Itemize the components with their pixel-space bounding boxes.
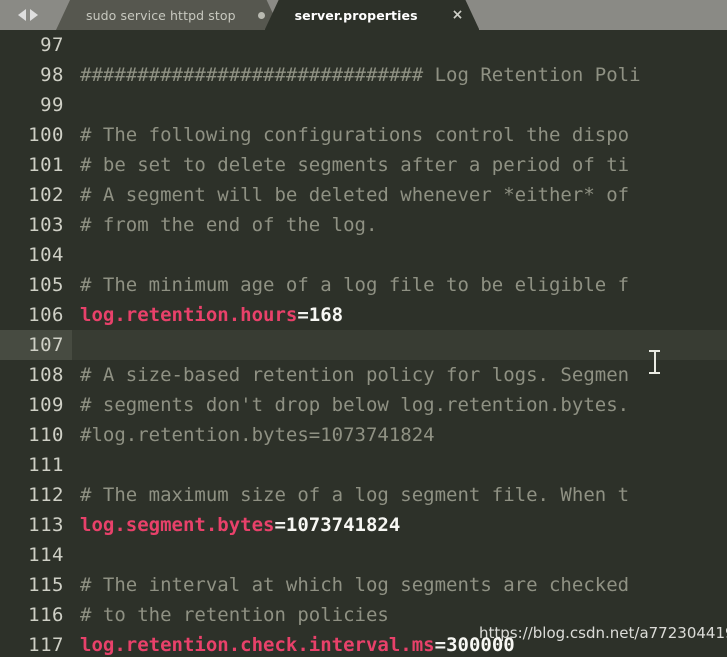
- code-editor-window: sudo service httpd stop server.propertie…: [0, 0, 727, 657]
- code-line[interactable]: 107: [0, 330, 727, 360]
- line-number: 106: [28, 304, 64, 326]
- token-comment: # The minimum age of a log file to be el…: [80, 274, 630, 296]
- line-number: 117: [28, 634, 64, 656]
- code-line-content[interactable]: # The interval at which log segments are…: [72, 570, 727, 600]
- code-line[interactable]: 100 # The following configurations contro…: [0, 120, 727, 150]
- code-line[interactable]: 111: [0, 450, 727, 480]
- code-line[interactable]: 99: [0, 90, 727, 120]
- token-comment: # The interval at which log segments are…: [80, 574, 630, 596]
- token-key: log.retention.check.interval.ms: [80, 634, 435, 656]
- line-number: 114: [28, 544, 64, 566]
- line-number: 116: [28, 604, 64, 626]
- code-line[interactable]: 117 log.retention.check.interval.ms=30000…: [0, 630, 727, 657]
- line-number: 110: [28, 424, 64, 446]
- line-number: 102: [28, 184, 64, 206]
- line-number: 99: [40, 94, 64, 116]
- code-line-content[interactable]: [72, 30, 727, 60]
- token-comment: # A size-based retention policy for logs…: [80, 364, 630, 386]
- code-line[interactable]: 98 ############################## Log Ret…: [0, 60, 727, 90]
- token-comment: #log.retention.bytes=1073741824: [80, 424, 435, 446]
- token-val: 168: [308, 304, 344, 326]
- line-number: 112: [28, 484, 64, 506]
- code-line-content[interactable]: [72, 240, 727, 270]
- code-line-content[interactable]: log.retention.check.interval.ms=300000: [72, 630, 727, 657]
- code-line-content[interactable]: [72, 450, 727, 480]
- code-line[interactable]: 109 # segments don't drop below log.reten…: [0, 390, 727, 420]
- close-icon[interactable]: ×: [452, 8, 464, 22]
- line-number: 97: [40, 34, 64, 56]
- line-number: 100: [28, 124, 64, 146]
- code-line-content[interactable]: # A size-based retention policy for logs…: [72, 360, 727, 390]
- token-comment: # from the end of the log.: [80, 214, 378, 236]
- token-comment: # The maximum size of a log segment file…: [80, 484, 630, 506]
- code-line[interactable]: 114: [0, 540, 727, 570]
- token-eq: =: [297, 304, 309, 326]
- code-line-content[interactable]: # The following configurations control t…: [72, 120, 727, 150]
- code-line[interactable]: 105 # The minimum age of a log file to be…: [0, 270, 727, 300]
- tab-label: sudo service httpd stop: [86, 7, 236, 23]
- code-line-content[interactable]: # from the end of the log.: [72, 210, 727, 240]
- tab-nav-arrows[interactable]: [0, 0, 56, 30]
- code-line-content[interactable]: log.retention.hours=168: [72, 300, 727, 330]
- code-line[interactable]: 97: [0, 30, 727, 60]
- tab-sudo-service-httpd-stop[interactable]: sudo service httpd stop: [56, 0, 281, 30]
- line-number: 104: [28, 244, 64, 266]
- code-line-content[interactable]: # be set to delete segments after a peri…: [72, 150, 727, 180]
- line-number: 109: [28, 394, 64, 416]
- line-number: 108: [28, 364, 64, 386]
- code-line-content[interactable]: #log.retention.bytes=1073741824: [72, 420, 727, 450]
- token-comment: # segments don't drop below log.retentio…: [80, 394, 630, 416]
- code-line[interactable]: 115 # The interval at which log segments …: [0, 570, 727, 600]
- token-eq: =: [274, 514, 286, 536]
- code-line[interactable]: 113 log.segment.bytes=1073741824: [0, 510, 727, 540]
- line-number: 105: [28, 274, 64, 296]
- code-line-content[interactable]: # The maximum size of a log segment file…: [72, 480, 727, 510]
- tab-bar: sudo service httpd stop server.propertie…: [0, 0, 727, 30]
- token-val: 300000: [446, 634, 515, 656]
- code-line[interactable]: 108 # A size-based retention policy for l…: [0, 360, 727, 390]
- code-line[interactable]: 116 # to the retention policies: [0, 600, 727, 630]
- code-line-content[interactable]: [72, 330, 727, 360]
- code-line-content[interactable]: [72, 540, 727, 570]
- code-line[interactable]: 102 # A segment will be deleted whenever …: [0, 180, 727, 210]
- line-number: 111: [28, 454, 64, 476]
- code-line[interactable]: 103 # from the end of the log.: [0, 210, 727, 240]
- line-number: 107: [0, 330, 72, 360]
- token-key: log.segment.bytes: [80, 514, 275, 536]
- token-key: log.retention.hours: [80, 304, 298, 326]
- code-line[interactable]: 112 # The maximum size of a log segment f…: [0, 480, 727, 510]
- tab-server-properties[interactable]: server.properties ×: [265, 0, 480, 30]
- token-comment: # A segment will be deleted whenever *ei…: [80, 184, 630, 206]
- token-comment: ############################## Log Reten…: [80, 64, 641, 86]
- code-line-content[interactable]: [72, 90, 727, 120]
- code-line-content[interactable]: # A segment will be deleted whenever *ei…: [72, 180, 727, 210]
- token-eq: =: [434, 634, 447, 656]
- arrow-left-icon[interactable]: [18, 9, 26, 21]
- code-line-content[interactable]: ############################## Log Reten…: [72, 60, 727, 90]
- token-comment: # The following configurations control t…: [80, 124, 630, 146]
- code-line[interactable]: 110 #log.retention.bytes=1073741824: [0, 420, 727, 450]
- code-line-content[interactable]: log.segment.bytes=1073741824: [72, 510, 727, 540]
- code-line-content[interactable]: # The minimum age of a log file to be el…: [72, 270, 727, 300]
- token-val: 1073741824: [285, 514, 401, 536]
- editor-text-area[interactable]: 97 98 ############################## Log R…: [0, 30, 727, 657]
- token-comment: # be set to delete segments after a peri…: [80, 154, 630, 176]
- code-line[interactable]: 106 log.retention.hours=168: [0, 300, 727, 330]
- line-number: 103: [28, 214, 64, 236]
- code-line[interactable]: 101 # be set to delete segments after a p…: [0, 150, 727, 180]
- modified-dot-icon[interactable]: [258, 12, 265, 19]
- line-number: 101: [28, 154, 64, 176]
- line-number: 113: [28, 514, 64, 536]
- code-line-content[interactable]: # segments don't drop below log.retentio…: [72, 390, 727, 420]
- code-line[interactable]: 104: [0, 240, 727, 270]
- code-line-content[interactable]: # to the retention policies: [72, 600, 727, 630]
- arrow-right-icon[interactable]: [30, 9, 38, 21]
- line-number: 115: [28, 574, 64, 596]
- line-number: 98: [40, 64, 64, 86]
- token-comment: # to the retention policies: [80, 604, 389, 626]
- tab-label: server.properties: [294, 7, 418, 23]
